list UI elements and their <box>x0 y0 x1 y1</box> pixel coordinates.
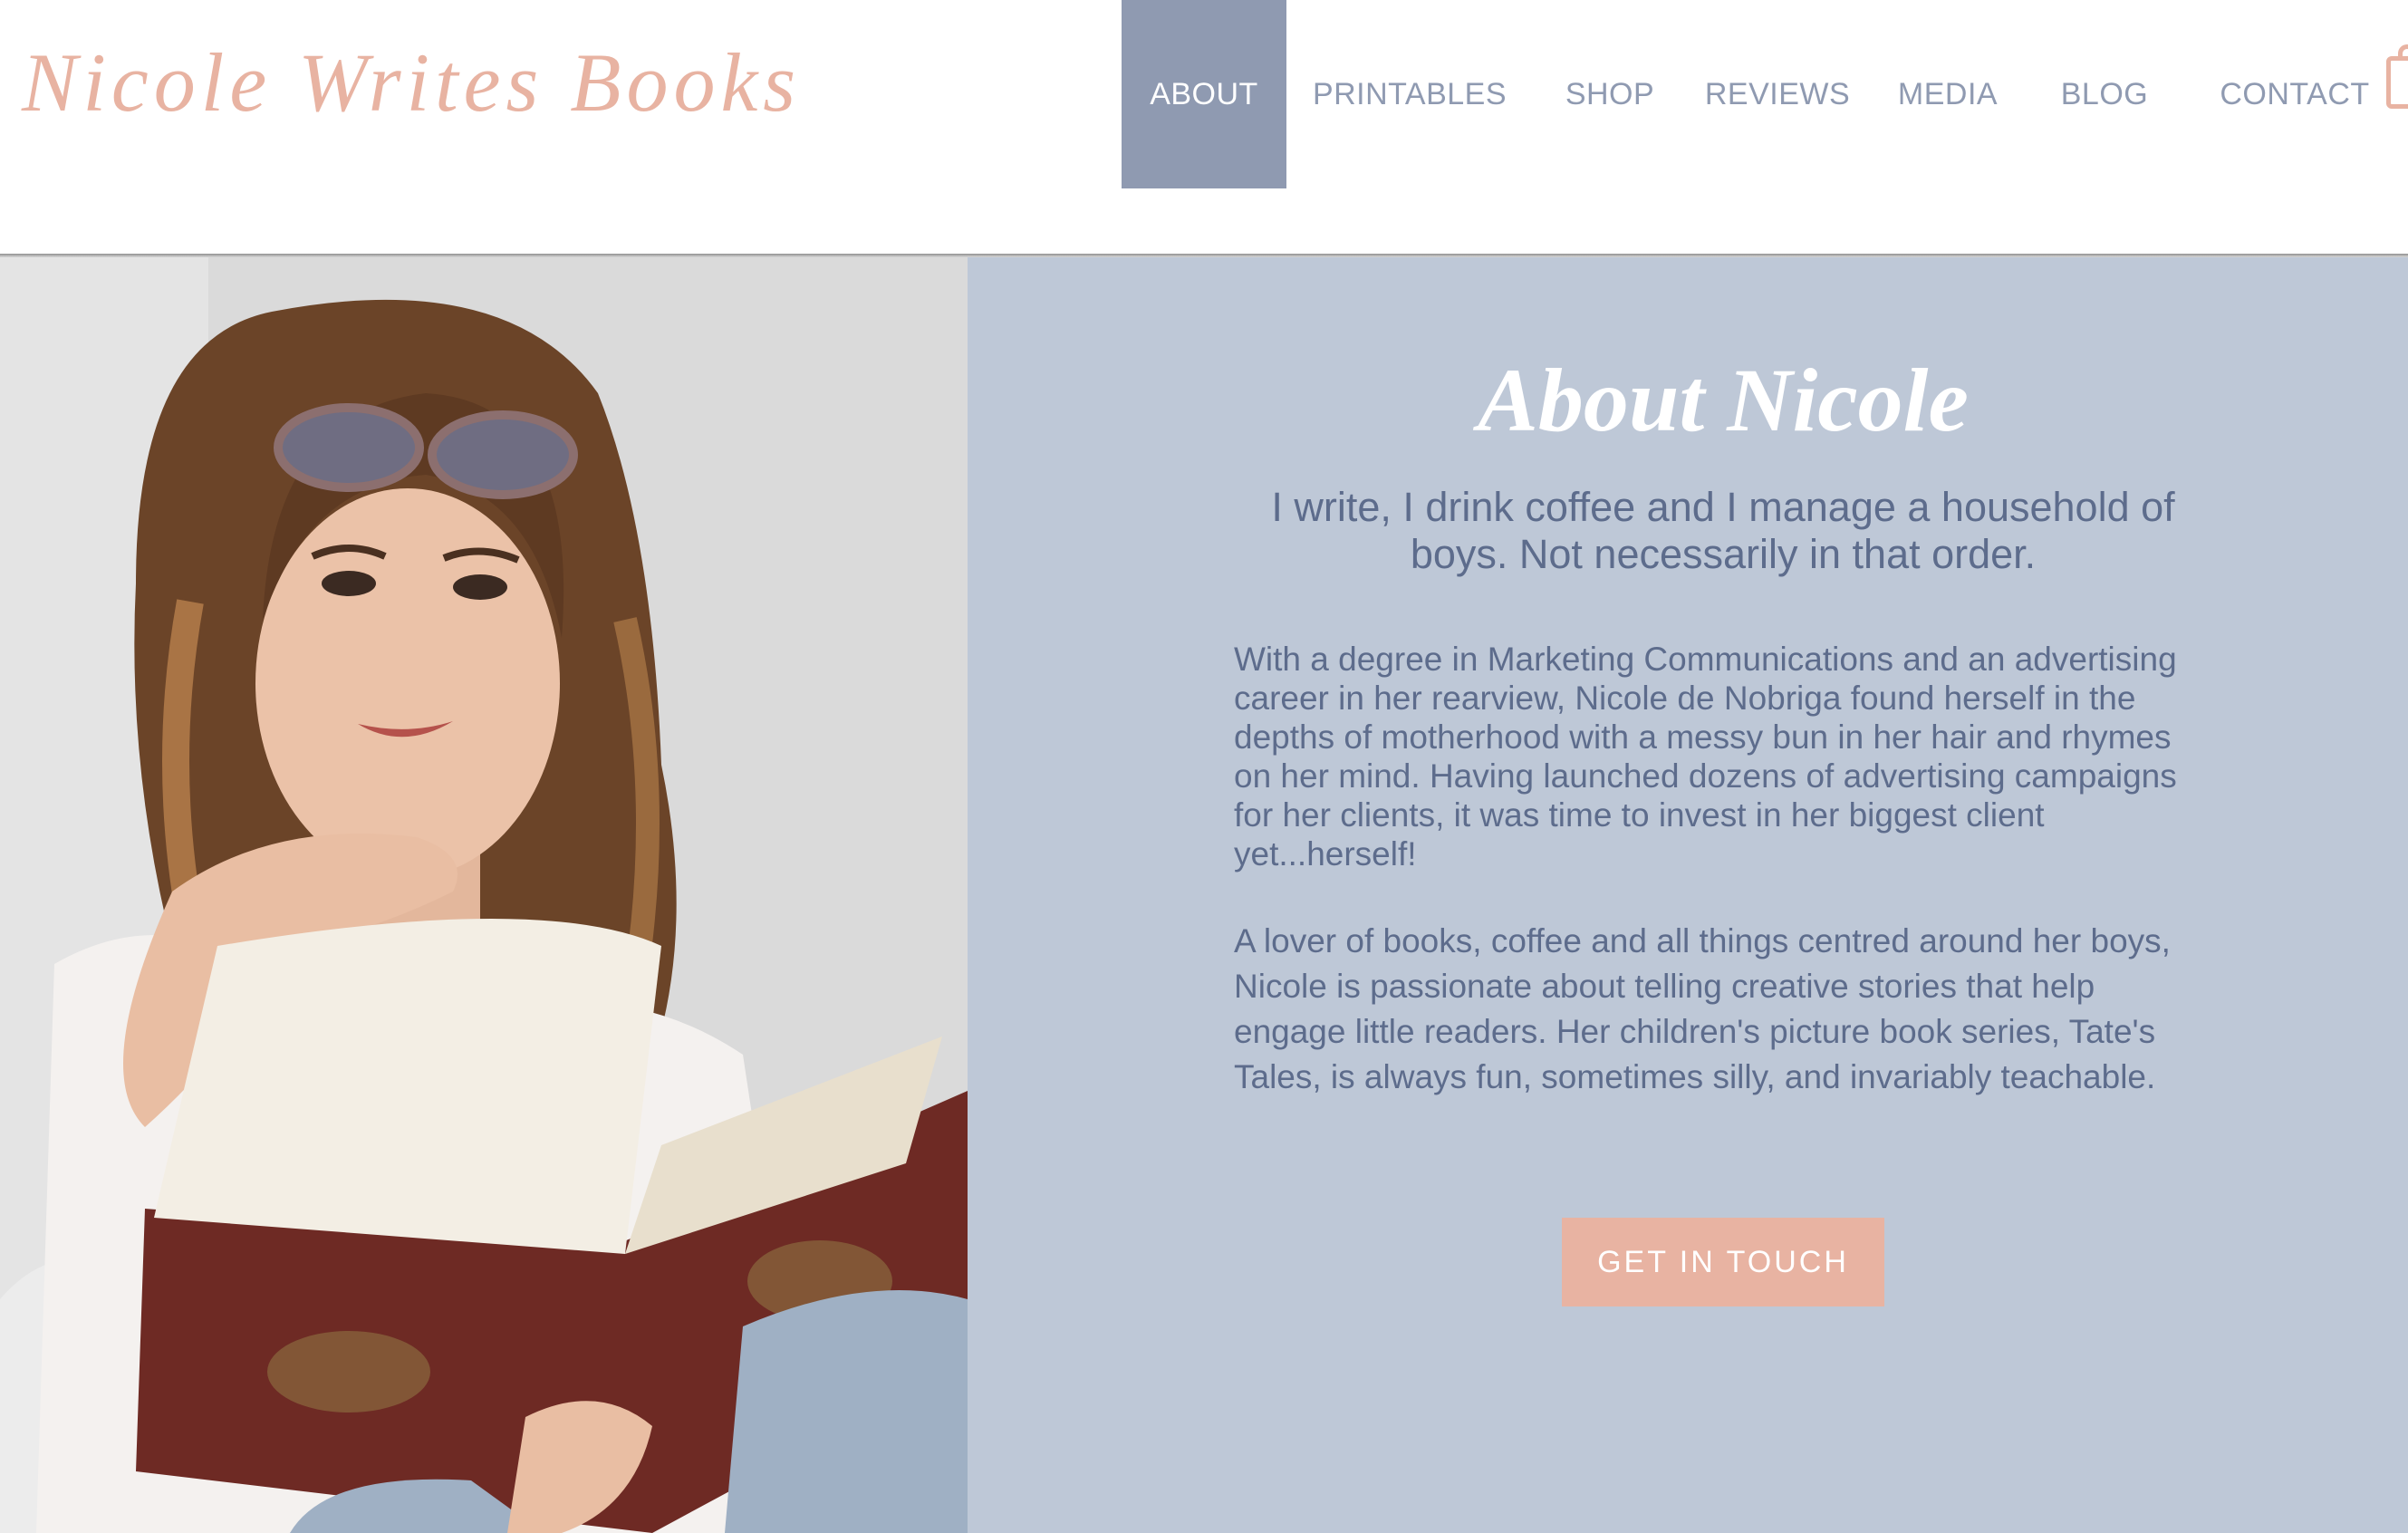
nav-item-printables[interactable]: PRINTABLES <box>1286 0 1533 188</box>
nav-item-media[interactable]: MEDIA <box>1868 0 2028 188</box>
about-panel: About Nicole I write, I drink coffee and… <box>968 257 2408 1533</box>
get-in-touch-button[interactable]: GET IN TOUCH <box>1562 1218 1884 1306</box>
tagline: I write, I drink coffee and I manage a h… <box>1271 484 2175 577</box>
shopping-bag-icon[interactable] <box>2386 44 2408 109</box>
author-portrait-illustration <box>0 257 968 1533</box>
site-header: Nicole Writes Books ABOUT PRINTABLES SHO… <box>0 0 2408 254</box>
bio-paragraph-2: A lover of books, coffee and all things … <box>1234 922 2171 1095</box>
nav-item-reviews[interactable]: REVIEWS <box>1687 0 1868 188</box>
main-nav: ABOUT PRINTABLES SHOP REVIEWS MEDIA BLOG… <box>1122 0 2408 188</box>
nav-item-about[interactable]: ABOUT <box>1122 0 1286 188</box>
bio-paragraph-1: With a degree in Marketing Communication… <box>1234 641 2177 873</box>
nav-item-contact[interactable]: CONTACT <box>2182 0 2408 188</box>
site-logo[interactable]: Nicole Writes Books <box>22 34 801 130</box>
page-title: About Nicole <box>1478 350 1969 450</box>
nav-item-blog[interactable]: BLOG <box>2028 0 2182 188</box>
nav-item-shop[interactable]: SHOP <box>1533 0 1687 188</box>
shopping-bag-handle <box>2398 44 2408 61</box>
author-photo <box>0 257 968 1533</box>
